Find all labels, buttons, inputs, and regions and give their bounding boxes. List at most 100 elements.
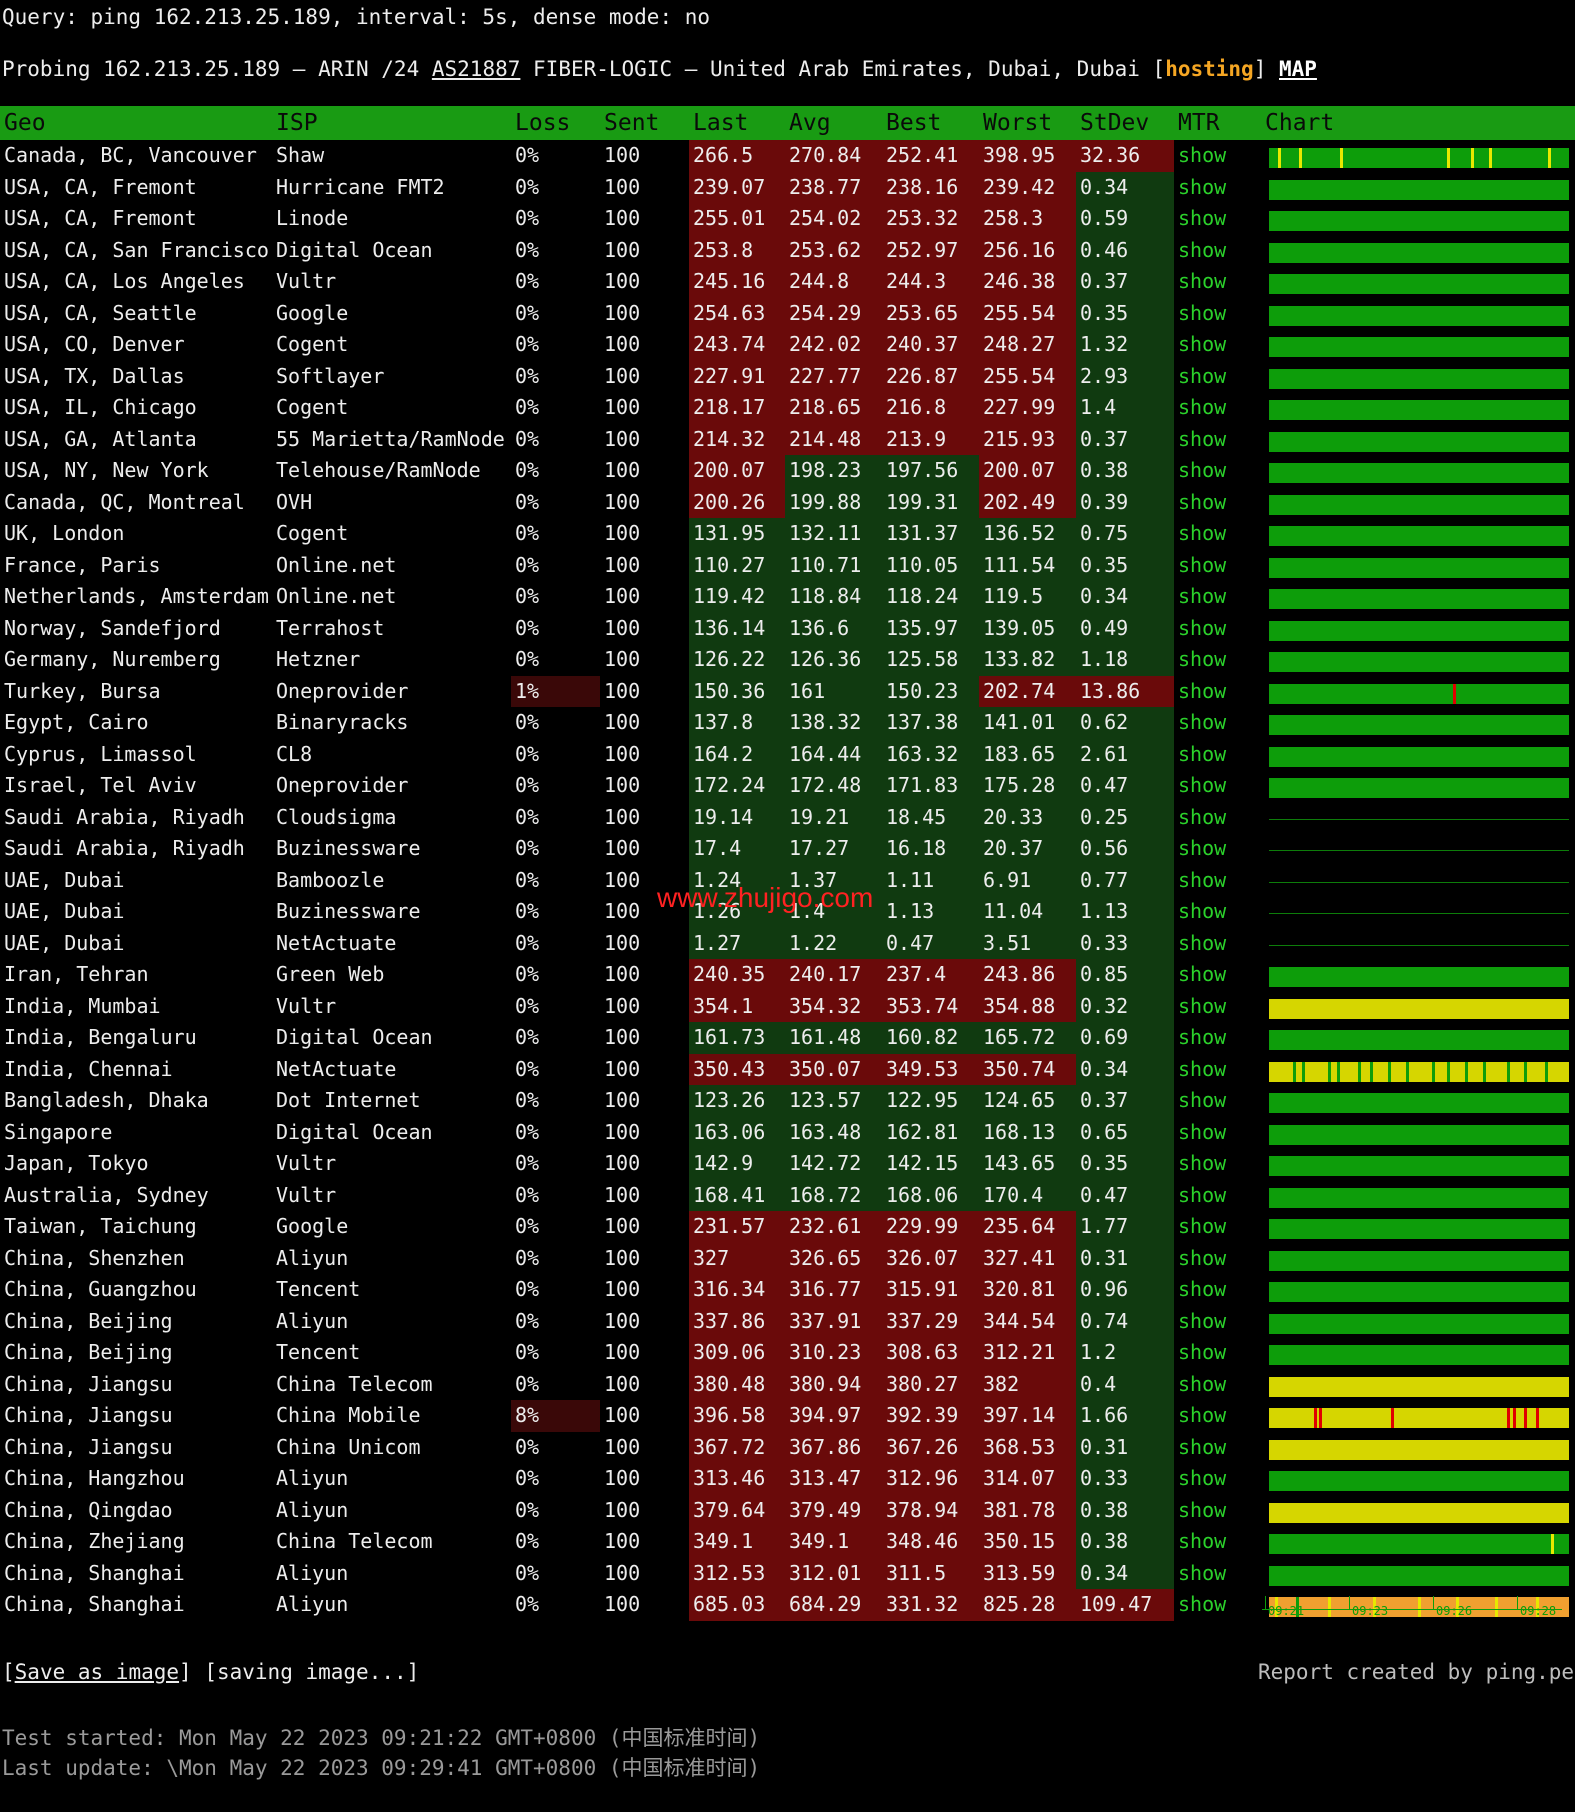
- mtr-link[interactable]: show: [1174, 1211, 1257, 1243]
- col-worst[interactable]: Worst: [979, 106, 1076, 140]
- mtr-link[interactable]: show: [1174, 1369, 1257, 1401]
- stdev-cell: 0.62: [1076, 707, 1174, 739]
- loss-cell: 0%: [515, 867, 540, 892]
- mtr-link[interactable]: show: [1174, 361, 1257, 393]
- mtr-link[interactable]: show: [1174, 235, 1257, 267]
- mtr-link[interactable]: show: [1174, 550, 1257, 582]
- stdev-cell: 0.47: [1076, 1179, 1174, 1211]
- mtr-link[interactable]: show: [1174, 329, 1257, 361]
- chart-cell: [1257, 1526, 1575, 1558]
- sent-cell: 100: [604, 1529, 641, 1554]
- save-image-link[interactable]: Save as image: [15, 1660, 179, 1684]
- loss-cell: 0%: [515, 206, 540, 231]
- mtr-link[interactable]: show: [1174, 266, 1257, 298]
- table-row: China, Jiangsu China Unicom 0% 100 367.72 367…: [0, 1431, 1575, 1464]
- isp-cell: Cogent: [276, 395, 349, 420]
- isp-cell: Binaryracks: [276, 710, 409, 735]
- chart-cell: [1257, 1243, 1575, 1275]
- mtr-link[interactable]: show: [1174, 865, 1257, 897]
- bar-tick: [1524, 1408, 1528, 1429]
- latency-bar: [1269, 274, 1569, 295]
- col-avg[interactable]: Avg: [785, 106, 882, 140]
- latency-bar: [1269, 1187, 1569, 1208]
- mtr-link[interactable]: show: [1174, 1526, 1257, 1558]
- col-mtr[interactable]: MTR: [1174, 106, 1257, 140]
- mtr-link[interactable]: show: [1174, 707, 1257, 739]
- avg-cell: 161: [785, 675, 882, 707]
- mtr-link[interactable]: show: [1174, 1085, 1257, 1117]
- mtr-link[interactable]: show: [1174, 1432, 1257, 1464]
- col-best[interactable]: Best: [882, 106, 979, 140]
- mtr-link[interactable]: show: [1174, 739, 1257, 771]
- stdev-cell: 1.2: [1076, 1337, 1174, 1369]
- mtr-link[interactable]: show: [1174, 802, 1257, 834]
- mtr-link[interactable]: show: [1174, 644, 1257, 676]
- mtr-link[interactable]: show: [1174, 1558, 1257, 1590]
- mtr-link[interactable]: show: [1174, 991, 1257, 1023]
- col-sent[interactable]: Sent: [600, 106, 689, 140]
- stdev-cell: 1.32: [1076, 329, 1174, 361]
- mtr-link[interactable]: show: [1174, 1400, 1257, 1432]
- mtr-link[interactable]: show: [1174, 172, 1257, 204]
- worst-cell: 344.54: [979, 1305, 1076, 1337]
- col-isp[interactable]: ISP: [272, 106, 511, 140]
- best-cell: 312.96: [882, 1463, 979, 1495]
- worst-cell: 382: [979, 1368, 1076, 1400]
- table-row: Taiwan, Taichung Google 0% 100 231.57 232.61 2…: [0, 1211, 1575, 1243]
- map-link[interactable]: MAP: [1279, 57, 1317, 81]
- mtr-link[interactable]: show: [1174, 1495, 1257, 1527]
- mtr-link[interactable]: show: [1174, 140, 1257, 172]
- col-geo[interactable]: Geo: [0, 106, 272, 140]
- loss-cell: 0%: [515, 143, 540, 168]
- axis-label: 09:26: [1436, 1604, 1473, 1618]
- mtr-link[interactable]: show: [1174, 1180, 1257, 1212]
- mtr-link[interactable]: show: [1174, 203, 1257, 235]
- mtr-link[interactable]: show: [1174, 770, 1257, 802]
- mtr-link[interactable]: show: [1174, 1022, 1257, 1054]
- col-stdev[interactable]: StDev: [1076, 106, 1174, 140]
- mtr-link[interactable]: show: [1174, 1337, 1257, 1369]
- geo-cell: Bangladesh, Dhaka: [4, 1088, 209, 1113]
- geo-cell: Norway, Sandefjord: [4, 615, 221, 640]
- mtr-link[interactable]: show: [1174, 1117, 1257, 1149]
- chart-cell: [1257, 581, 1575, 613]
- mtr-link[interactable]: show: [1174, 613, 1257, 645]
- bar-tick: [1453, 683, 1457, 704]
- mtr-link[interactable]: show: [1174, 959, 1257, 991]
- mtr-link[interactable]: show: [1174, 896, 1257, 928]
- mtr-link[interactable]: show: [1174, 487, 1257, 519]
- sent-cell: 100: [604, 741, 641, 766]
- mtr-link[interactable]: show: [1174, 833, 1257, 865]
- mtr-link[interactable]: show: [1174, 1274, 1257, 1306]
- mtr-link[interactable]: show: [1174, 1054, 1257, 1086]
- col-last[interactable]: Last: [689, 106, 785, 140]
- mtr-link[interactable]: show: [1174, 581, 1257, 613]
- chart-cell: [1257, 518, 1575, 550]
- mtr-link[interactable]: show: [1174, 1306, 1257, 1338]
- mtr-link[interactable]: show: [1174, 518, 1257, 550]
- mtr-link[interactable]: show: [1174, 298, 1257, 330]
- stdev-cell: 0.37: [1076, 423, 1174, 455]
- mtr-link[interactable]: show: [1174, 1463, 1257, 1495]
- mtr-link[interactable]: show: [1174, 676, 1257, 708]
- mtr-link[interactable]: show: [1174, 1148, 1257, 1180]
- mtr-link[interactable]: show: [1174, 1589, 1257, 1621]
- mtr-link[interactable]: show: [1174, 424, 1257, 456]
- mtr-link[interactable]: show: [1174, 392, 1257, 424]
- col-loss[interactable]: Loss: [511, 106, 600, 140]
- table-row: China, Shanghai Aliyun 0% 100 312.53 312.01 31…: [0, 1557, 1575, 1590]
- mtr-link[interactable]: show: [1174, 928, 1257, 960]
- stdev-cell: 0.34: [1076, 171, 1174, 203]
- asn-link[interactable]: AS21887: [432, 57, 521, 81]
- avg-cell: 110.71: [785, 549, 882, 581]
- sent-cell: 100: [604, 1340, 641, 1365]
- loss-cell: 0%: [515, 1151, 540, 1176]
- bar-tick: [1292, 1061, 1296, 1082]
- mtr-link[interactable]: show: [1174, 455, 1257, 487]
- mtr-link[interactable]: show: [1174, 1243, 1257, 1275]
- stdev-cell: 0.74: [1076, 1305, 1174, 1337]
- chart-cell: [1257, 329, 1575, 361]
- geo-cell: China, Qingdao: [4, 1497, 173, 1522]
- latency-bar: [1269, 873, 1569, 893]
- worst-cell: 20.33: [979, 801, 1076, 833]
